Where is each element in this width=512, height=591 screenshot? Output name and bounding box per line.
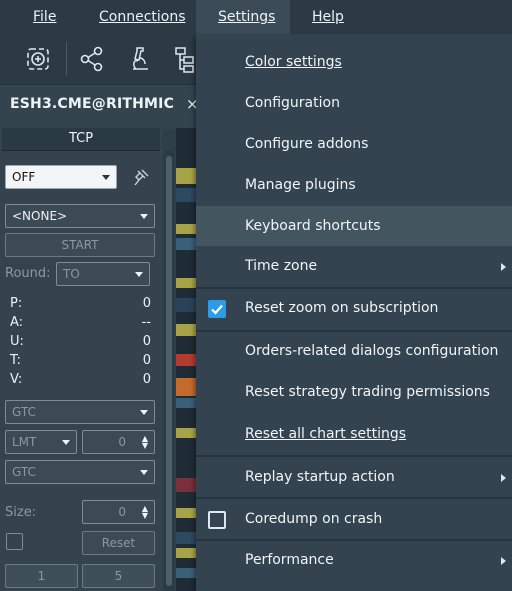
menu-help-label: Help bbox=[312, 9, 344, 25]
zoom-in-icon[interactable] bbox=[22, 43, 54, 75]
checkbox-unchecked-icon[interactable] bbox=[208, 511, 226, 529]
row-label-v: V: bbox=[10, 372, 23, 387]
menu-item-orders-dialogs[interactable]: Orders-related dialogs configuration bbox=[196, 343, 512, 363]
menu-separator bbox=[196, 497, 512, 499]
menu-item-label: Time zone bbox=[245, 258, 318, 274]
row-value-p: 0 bbox=[142, 296, 151, 311]
menu-item-label: Replay startup action bbox=[245, 469, 395, 485]
submenu-arrow-icon bbox=[501, 263, 506, 271]
menu-item-label: Reset strategy trading permissions bbox=[245, 384, 490, 400]
menu-bar: File Connections Settings Help bbox=[0, 0, 512, 34]
instrument-title: ESH3.CME@RITHMIC bbox=[10, 96, 175, 112]
mode-select[interactable]: OFF bbox=[5, 165, 117, 189]
row-value-t: 0 bbox=[142, 353, 151, 368]
menu-item-label: Reset all chart settings bbox=[245, 426, 407, 442]
menu-file-label: File bbox=[33, 9, 57, 25]
menu-settings[interactable]: Settings bbox=[196, 0, 290, 34]
row-label-a: A: bbox=[10, 315, 24, 330]
row-label-t: T: bbox=[10, 353, 21, 368]
menu-item-color-settings[interactable]: Color settings bbox=[196, 54, 512, 74]
panel-header: TCP bbox=[2, 128, 160, 151]
menu-item-reset-zoom[interactable]: Reset zoom on subscription bbox=[196, 300, 512, 320]
stepper-arrows-icon[interactable]: ▲ ▼ bbox=[142, 505, 148, 520]
size-stepper[interactable]: 0 ▲ ▼ bbox=[82, 500, 155, 524]
reset-button[interactable]: Reset bbox=[82, 531, 155, 555]
menu-item-configure-addons[interactable]: Configure addons bbox=[196, 136, 512, 156]
microscope-icon[interactable] bbox=[124, 43, 156, 75]
price-value: 0 bbox=[118, 435, 126, 449]
tif-select-2-value: GTC bbox=[12, 465, 36, 479]
menu-item-label: Configuration bbox=[245, 95, 340, 111]
instrument-tab[interactable]: ESH3.CME@RITHMIC × bbox=[0, 84, 200, 129]
row-label-p: P: bbox=[10, 296, 23, 311]
row-label-u: U: bbox=[10, 334, 24, 349]
tif-select[interactable]: GTC bbox=[5, 400, 155, 424]
menu-file[interactable]: File bbox=[33, 0, 56, 34]
strategy-select-value: <NONE> bbox=[12, 209, 68, 223]
checkbox-checked-icon[interactable] bbox=[208, 300, 226, 318]
round-select-value: TO bbox=[63, 267, 80, 281]
order-type-select[interactable]: LMT bbox=[5, 430, 77, 454]
menu-item-label: Orders-related dialogs configuration bbox=[245, 343, 499, 359]
row-value-u: 0 bbox=[142, 334, 151, 349]
stepper-arrows-icon[interactable]: ▲ ▼ bbox=[142, 435, 148, 450]
tif-select-value: GTC bbox=[12, 405, 36, 419]
menu-connections-label: Connections bbox=[99, 9, 186, 25]
share-icon[interactable] bbox=[76, 43, 108, 75]
menu-item-label: Coredump on crash bbox=[245, 511, 383, 527]
submenu-arrow-icon bbox=[501, 474, 506, 482]
size-label: Size: bbox=[5, 505, 37, 520]
menu-item-reset-chart-settings[interactable]: Reset all chart settings bbox=[196, 426, 512, 446]
panel-checkbox[interactable] bbox=[6, 533, 23, 550]
round-label: Round: bbox=[5, 266, 51, 281]
menu-item-label: Performance bbox=[245, 552, 334, 568]
menu-item-label: Reset zoom on subscription bbox=[245, 300, 439, 316]
menu-settings-label: Settings bbox=[218, 9, 276, 25]
menu-item-label: Manage plugins bbox=[245, 177, 356, 193]
row-value-a: -- bbox=[141, 315, 151, 330]
submenu-arrow-icon bbox=[501, 557, 506, 565]
mode-select-value: OFF bbox=[12, 170, 36, 184]
row-value-v: 0 bbox=[142, 372, 151, 387]
menu-item-performance[interactable]: Performance bbox=[196, 552, 512, 572]
start-button[interactable]: START bbox=[5, 233, 155, 257]
menu-connections[interactable]: Connections bbox=[99, 0, 186, 34]
size-value: 0 bbox=[118, 505, 126, 519]
panel-scrollbar[interactable] bbox=[164, 150, 174, 591]
menu-separator bbox=[196, 455, 512, 457]
toolbar-divider bbox=[66, 42, 67, 76]
menu-item-reset-strategy-permissions[interactable]: Reset strategy trading permissions bbox=[196, 384, 512, 404]
menu-item-label: Color settings bbox=[245, 54, 342, 70]
menu-item-configuration[interactable]: Configuration bbox=[196, 95, 512, 115]
menu-item-time-zone[interactable]: Time zone bbox=[196, 258, 512, 278]
qty-button-5[interactable]: 5 bbox=[82, 564, 155, 588]
trading-panel: TCP OFF <NONE> START Round: TO P: 0 A: -… bbox=[0, 128, 162, 591]
tif-select-2[interactable]: GTC bbox=[5, 460, 155, 484]
menu-item-manage-plugins[interactable]: Manage plugins bbox=[196, 177, 512, 197]
menu-separator bbox=[196, 330, 512, 332]
menu-help[interactable]: Help bbox=[312, 0, 344, 34]
pin-icon[interactable] bbox=[131, 168, 151, 188]
scrollbar-thumb[interactable] bbox=[166, 156, 172, 586]
menu-separator bbox=[196, 539, 512, 541]
menu-item-label: Configure addons bbox=[245, 136, 369, 152]
price-stepper[interactable]: 0 ▲ ▼ bbox=[82, 430, 155, 454]
settings-menu: Color settings Configuration Configure a… bbox=[196, 34, 512, 591]
menu-item-replay-startup-action[interactable]: Replay startup action bbox=[196, 469, 512, 489]
toolbar bbox=[0, 34, 200, 84]
round-select[interactable]: TO bbox=[56, 262, 150, 286]
menu-item-coredump[interactable]: Coredump on crash bbox=[196, 511, 512, 531]
strategy-select[interactable]: <NONE> bbox=[5, 204, 155, 228]
qty-button-1[interactable]: 1 bbox=[5, 564, 78, 588]
menu-item-label: Keyboard shortcuts bbox=[245, 218, 381, 234]
menu-separator bbox=[196, 287, 512, 289]
menu-item-keyboard-shortcuts[interactable]: Keyboard shortcuts bbox=[196, 206, 512, 246]
order-type-value: LMT bbox=[12, 435, 37, 449]
